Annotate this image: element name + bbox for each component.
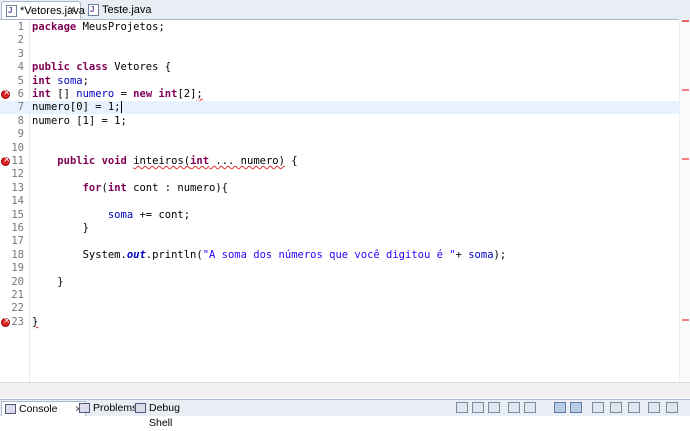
remove-launch-icon[interactable] (472, 402, 484, 413)
console-icon (5, 404, 16, 414)
line-number: 6 (17, 88, 24, 100)
error-marker-icon[interactable] (1, 154, 11, 167)
tab-problems[interactable]: Problems (76, 401, 137, 416)
tab-vetores-java[interactable]: *Vetores.java ✕ (1, 1, 85, 20)
code-line[interactable]: 21 (0, 289, 690, 302)
line-number: 10 (11, 141, 24, 154)
line-number: 14 (11, 195, 24, 208)
terminate-icon[interactable] (456, 402, 468, 413)
line-number: 5 (17, 74, 24, 87)
code-line[interactable]: 11 public void inteiros(int ... numero) … (0, 154, 690, 168)
show-stdout-icon[interactable] (554, 402, 566, 413)
line-number: 9 (17, 128, 24, 141)
line-number: 23 (11, 315, 24, 328)
code-text[interactable]: for(int cont : numero){ (32, 182, 228, 195)
line-number: 13 (11, 181, 24, 194)
code-line[interactable]: 6 int [] numero = new int[2]; (0, 87, 690, 101)
line-number: 8 (17, 114, 24, 127)
error-marker-icon[interactable] (1, 87, 11, 100)
tab-debug-shell[interactable]: Debug Shell (132, 401, 198, 429)
code-text[interactable]: package MeusProjetos; (32, 21, 165, 34)
clear-console-icon[interactable] (508, 402, 520, 413)
code-text[interactable]: numero [1] = 1; (32, 115, 127, 128)
line-number: 12 (11, 168, 24, 181)
line-number: 17 (11, 235, 24, 248)
code-text[interactable]: System.out.println("A soma dos números q… (32, 249, 507, 262)
code-text[interactable]: } (32, 316, 38, 329)
line-number: 11 (11, 155, 24, 167)
code-line[interactable]: 18 System.out.println("A soma dos número… (0, 249, 690, 262)
code-text[interactable]: soma += cont; (32, 209, 190, 222)
overview-error-marker[interactable] (682, 20, 689, 22)
code-text[interactable]: int soma; (32, 75, 89, 88)
code-line[interactable]: 22 (0, 302, 690, 315)
pin-console-icon[interactable] (592, 402, 604, 413)
overview-ruler[interactable] (679, 19, 690, 382)
editor-tab-bar: *Vetores.java ✕ Teste.java (0, 0, 690, 20)
line-number: 15 (11, 208, 24, 221)
code-editor[interactable]: 1 package MeusProjetos; 2 3 4 public class Ve… (0, 20, 690, 397)
bottom-panel-tab-bar: Console ✕ Problems Debug Shell (0, 399, 690, 429)
code-line[interactable]: 3 (0, 48, 690, 61)
java-file-icon (6, 2, 17, 20)
code-line[interactable]: 14 (0, 195, 690, 208)
tab-label: Console (19, 403, 58, 415)
code-line[interactable]: 2 (0, 34, 690, 47)
line-number: 21 (11, 289, 24, 301)
tab-teste-java[interactable]: Teste.java (84, 1, 154, 19)
code-line[interactable]: 16 } (0, 222, 690, 235)
scroll-lock-icon[interactable] (524, 402, 536, 413)
open-console-icon[interactable] (628, 402, 640, 413)
code-line[interactable]: 12 (0, 168, 690, 181)
overview-error-marker[interactable] (682, 158, 689, 160)
code-text[interactable]: public class Vetores { (32, 61, 171, 74)
remove-all-icon[interactable] (488, 402, 500, 413)
line-number: 19 (11, 262, 24, 275)
code-line[interactable]: 5 int soma; (0, 75, 690, 88)
java-file-icon (88, 1, 99, 19)
minimize-icon[interactable] (648, 402, 660, 413)
line-number: 22 (11, 302, 24, 315)
code-line[interactable]: 17 (0, 235, 690, 248)
code-line[interactable]: 20 } (0, 276, 690, 289)
line-number: 3 (17, 47, 24, 60)
code-line[interactable]: 8 numero [1] = 1; (0, 115, 690, 128)
tab-label: Problems (93, 402, 138, 414)
code-line[interactable]: 15 soma += cont; (0, 209, 690, 222)
problems-icon (79, 403, 90, 413)
line-number: 2 (17, 34, 24, 47)
debug-shell-icon (135, 403, 146, 413)
code-line[interactable]: 4 public class Vetores { (0, 61, 690, 74)
line-number: 1 (17, 21, 24, 33)
tab-console[interactable]: Console ✕ (1, 401, 86, 416)
error-marker-icon[interactable] (1, 315, 11, 328)
line-number: 4 (17, 61, 24, 74)
code-line[interactable]: 10 (0, 142, 690, 155)
code-text[interactable]: numero[0] = 1; (32, 101, 122, 114)
line-number: 7 (17, 101, 24, 114)
line-number: 20 (11, 275, 24, 288)
code-line[interactable]: 19 (0, 262, 690, 275)
code-line[interactable]: 7 numero[0] = 1; (0, 101, 690, 115)
code-text[interactable]: int [] numero = new int[2]; (32, 88, 203, 101)
horizontal-scrollbar[interactable] (0, 382, 690, 398)
line-number: 18 (11, 248, 24, 261)
tab-label: Teste.java (102, 4, 152, 16)
show-stderr-icon[interactable] (570, 402, 582, 413)
code-line[interactable]: 13 for(int cont : numero){ (0, 182, 690, 195)
code-line[interactable]: 1 package MeusProjetos; (0, 21, 690, 34)
code-text[interactable]: } (32, 222, 89, 235)
overview-error-marker[interactable] (682, 89, 689, 91)
tab-label: Debug Shell (149, 402, 180, 429)
overview-error-marker[interactable] (682, 319, 689, 321)
display-console-icon[interactable] (610, 402, 622, 413)
maximize-icon[interactable] (666, 402, 678, 413)
line-number: 16 (11, 222, 24, 234)
code-text[interactable]: public void inteiros(int ... numero) { (32, 155, 297, 168)
code-line[interactable]: 23} (0, 315, 690, 329)
code-text[interactable]: } (32, 276, 63, 289)
close-tab-icon[interactable]: ✕ (68, 2, 76, 20)
code-line[interactable]: 9 (0, 128, 690, 141)
